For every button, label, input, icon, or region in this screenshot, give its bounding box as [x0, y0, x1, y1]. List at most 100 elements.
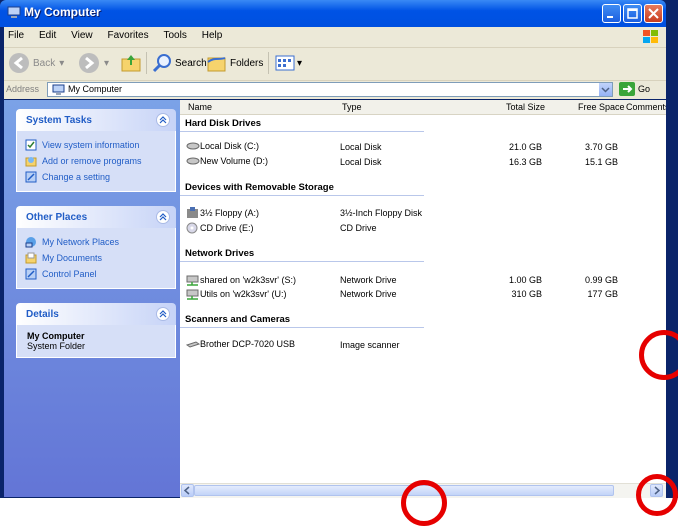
maximize-icon — [627, 8, 638, 19]
column-header-type[interactable]: Type — [342, 102, 362, 112]
my-computer-icon — [52, 84, 65, 95]
maximize-button[interactable] — [623, 4, 642, 23]
scroll-left-button[interactable] — [181, 484, 194, 497]
group-header: Scanners and Cameras — [185, 314, 291, 325]
cd-drive-icon — [186, 222, 198, 234]
go-button[interactable]: Go — [619, 82, 650, 96]
task-add-remove-programs[interactable]: Add or remove programs — [25, 153, 167, 169]
list-item[interactable]: shared on 'w2k3svr' (S:) Network Drive 1… — [186, 273, 646, 287]
group-header: Network Drives — [185, 248, 255, 259]
chevron-down-icon — [601, 87, 610, 93]
annotation-circle — [401, 480, 447, 526]
collapse-icon[interactable] — [156, 307, 170, 321]
details-body: My Computer System Folder — [16, 325, 176, 358]
up-folder-button[interactable] — [120, 52, 142, 74]
forward-button[interactable]: ▾ — [78, 52, 109, 74]
task-change-setting[interactable]: Change a setting — [25, 169, 167, 185]
panel-title: Other Places — [26, 212, 88, 223]
network-drive-icon — [186, 289, 199, 300]
annotation-circle — [636, 474, 678, 516]
toolbar-divider — [146, 52, 147, 74]
column-header-comments[interactable]: Comments — [626, 102, 666, 112]
folder-up-icon — [121, 55, 141, 72]
back-button[interactable]: Back ▾ — [8, 52, 64, 74]
column-header-name[interactable]: Name — [188, 102, 212, 112]
hard-disk-icon — [186, 157, 200, 165]
task-view-system-info[interactable]: View system information — [25, 137, 167, 153]
group-divider — [180, 131, 424, 132]
list-item[interactable]: New Volume (D:) Local Disk 16.3 GB 15.1 … — [186, 155, 646, 169]
minimize-button[interactable] — [602, 4, 621, 23]
menu-view[interactable]: View — [71, 30, 93, 41]
collapse-icon[interactable] — [156, 210, 170, 224]
place-my-network-places[interactable]: My Network Places — [25, 234, 167, 250]
place-my-documents[interactable]: My Documents — [25, 250, 167, 266]
menu-edit[interactable]: Edit — [39, 30, 56, 41]
control-panel-icon — [25, 171, 37, 183]
views-icon — [275, 55, 295, 71]
list-item[interactable]: 3½ Floppy (A:) 3½-Inch Floppy Disk — [186, 206, 646, 220]
details-type: System Folder — [27, 341, 86, 351]
list-item[interactable]: Local Disk (C:) Local Disk 21.0 GB 3.70 … — [186, 140, 646, 154]
network-places-icon — [25, 237, 36, 248]
windows-logo-icon — [643, 30, 658, 43]
folders-icon — [207, 57, 226, 72]
system-info-icon — [25, 139, 37, 151]
address-value: My Computer — [68, 84, 123, 94]
control-panel-icon — [25, 268, 37, 280]
other-places-panel: Other Places My Network Places My Docume… — [16, 206, 176, 289]
list-item[interactable]: Utils on 'w2k3svr' (U:) Network Drive 31… — [186, 287, 646, 301]
group-divider — [180, 327, 424, 328]
forward-arrow-icon — [79, 53, 99, 73]
network-drive-icon — [186, 275, 199, 286]
add-remove-programs-icon — [25, 157, 37, 167]
menu-file[interactable]: File — [8, 30, 24, 41]
menu-favorites[interactable]: Favorites — [107, 30, 148, 41]
menu-tools[interactable]: Tools — [163, 30, 186, 41]
chevron-left-icon — [183, 486, 190, 495]
task-pane: System Tasks View system information Add… — [4, 100, 180, 497]
system-tasks-header[interactable]: System Tasks — [16, 109, 176, 131]
views-button[interactable]: ▾ — [274, 52, 302, 74]
chevron-down-icon: ▾ — [59, 57, 65, 69]
explorer-window: My Computer File Edit View Favorites Too… — [0, 0, 678, 498]
collapse-icon[interactable] — [156, 113, 170, 127]
address-dropdown-button[interactable] — [599, 83, 612, 96]
title-bar[interactable]: My Computer — [0, 0, 666, 27]
go-arrow-icon — [619, 82, 635, 96]
details-name: My Computer — [27, 331, 85, 341]
menu-help[interactable]: Help — [202, 30, 223, 41]
toolbar: Back ▾ ▾ Search Folders ▾ — [4, 48, 666, 81]
hard-disk-icon — [186, 142, 200, 150]
details-header[interactable]: Details — [16, 303, 176, 325]
column-headers: Name Type Total Size Free Space Comments — [180, 100, 666, 115]
minimize-icon — [607, 16, 613, 18]
other-places-header[interactable]: Other Places — [16, 206, 176, 228]
system-tasks-panel: System Tasks View system information Add… — [16, 109, 176, 192]
my-documents-icon — [25, 252, 37, 264]
menu-bar: File Edit View Favorites Tools Help — [4, 27, 666, 48]
window-title: My Computer — [24, 5, 101, 19]
search-button[interactable]: Search — [151, 52, 207, 74]
close-button[interactable] — [644, 4, 663, 23]
group-header: Hard Disk Drives — [185, 118, 262, 129]
chevron-down-icon: ▾ — [297, 57, 303, 69]
panel-title: Details — [26, 309, 59, 320]
address-input[interactable]: My Computer — [47, 82, 613, 97]
list-item[interactable]: Brother DCP-7020 USB Image scanner — [186, 338, 646, 352]
panel-title: System Tasks — [26, 115, 92, 126]
chevron-down-icon: ▾ — [104, 57, 110, 69]
column-header-free-space[interactable]: Free Space — [578, 102, 625, 112]
place-control-panel[interactable]: Control Panel — [25, 266, 167, 282]
folders-button[interactable]: Folders — [206, 52, 263, 74]
floppy-drive-icon — [187, 207, 198, 218]
other-places-body: My Network Places My Documents Control P… — [16, 228, 176, 289]
address-label: Address — [6, 84, 40, 94]
scanner-icon — [186, 341, 200, 348]
address-bar: Address My Computer Go — [4, 81, 666, 99]
list-item[interactable]: CD Drive (E:) CD Drive — [186, 221, 646, 235]
toolbar-divider — [268, 52, 269, 74]
back-arrow-icon — [9, 53, 29, 73]
column-header-total-size[interactable]: Total Size — [506, 102, 545, 112]
details-panel: Details My Computer System Folder — [16, 303, 176, 358]
